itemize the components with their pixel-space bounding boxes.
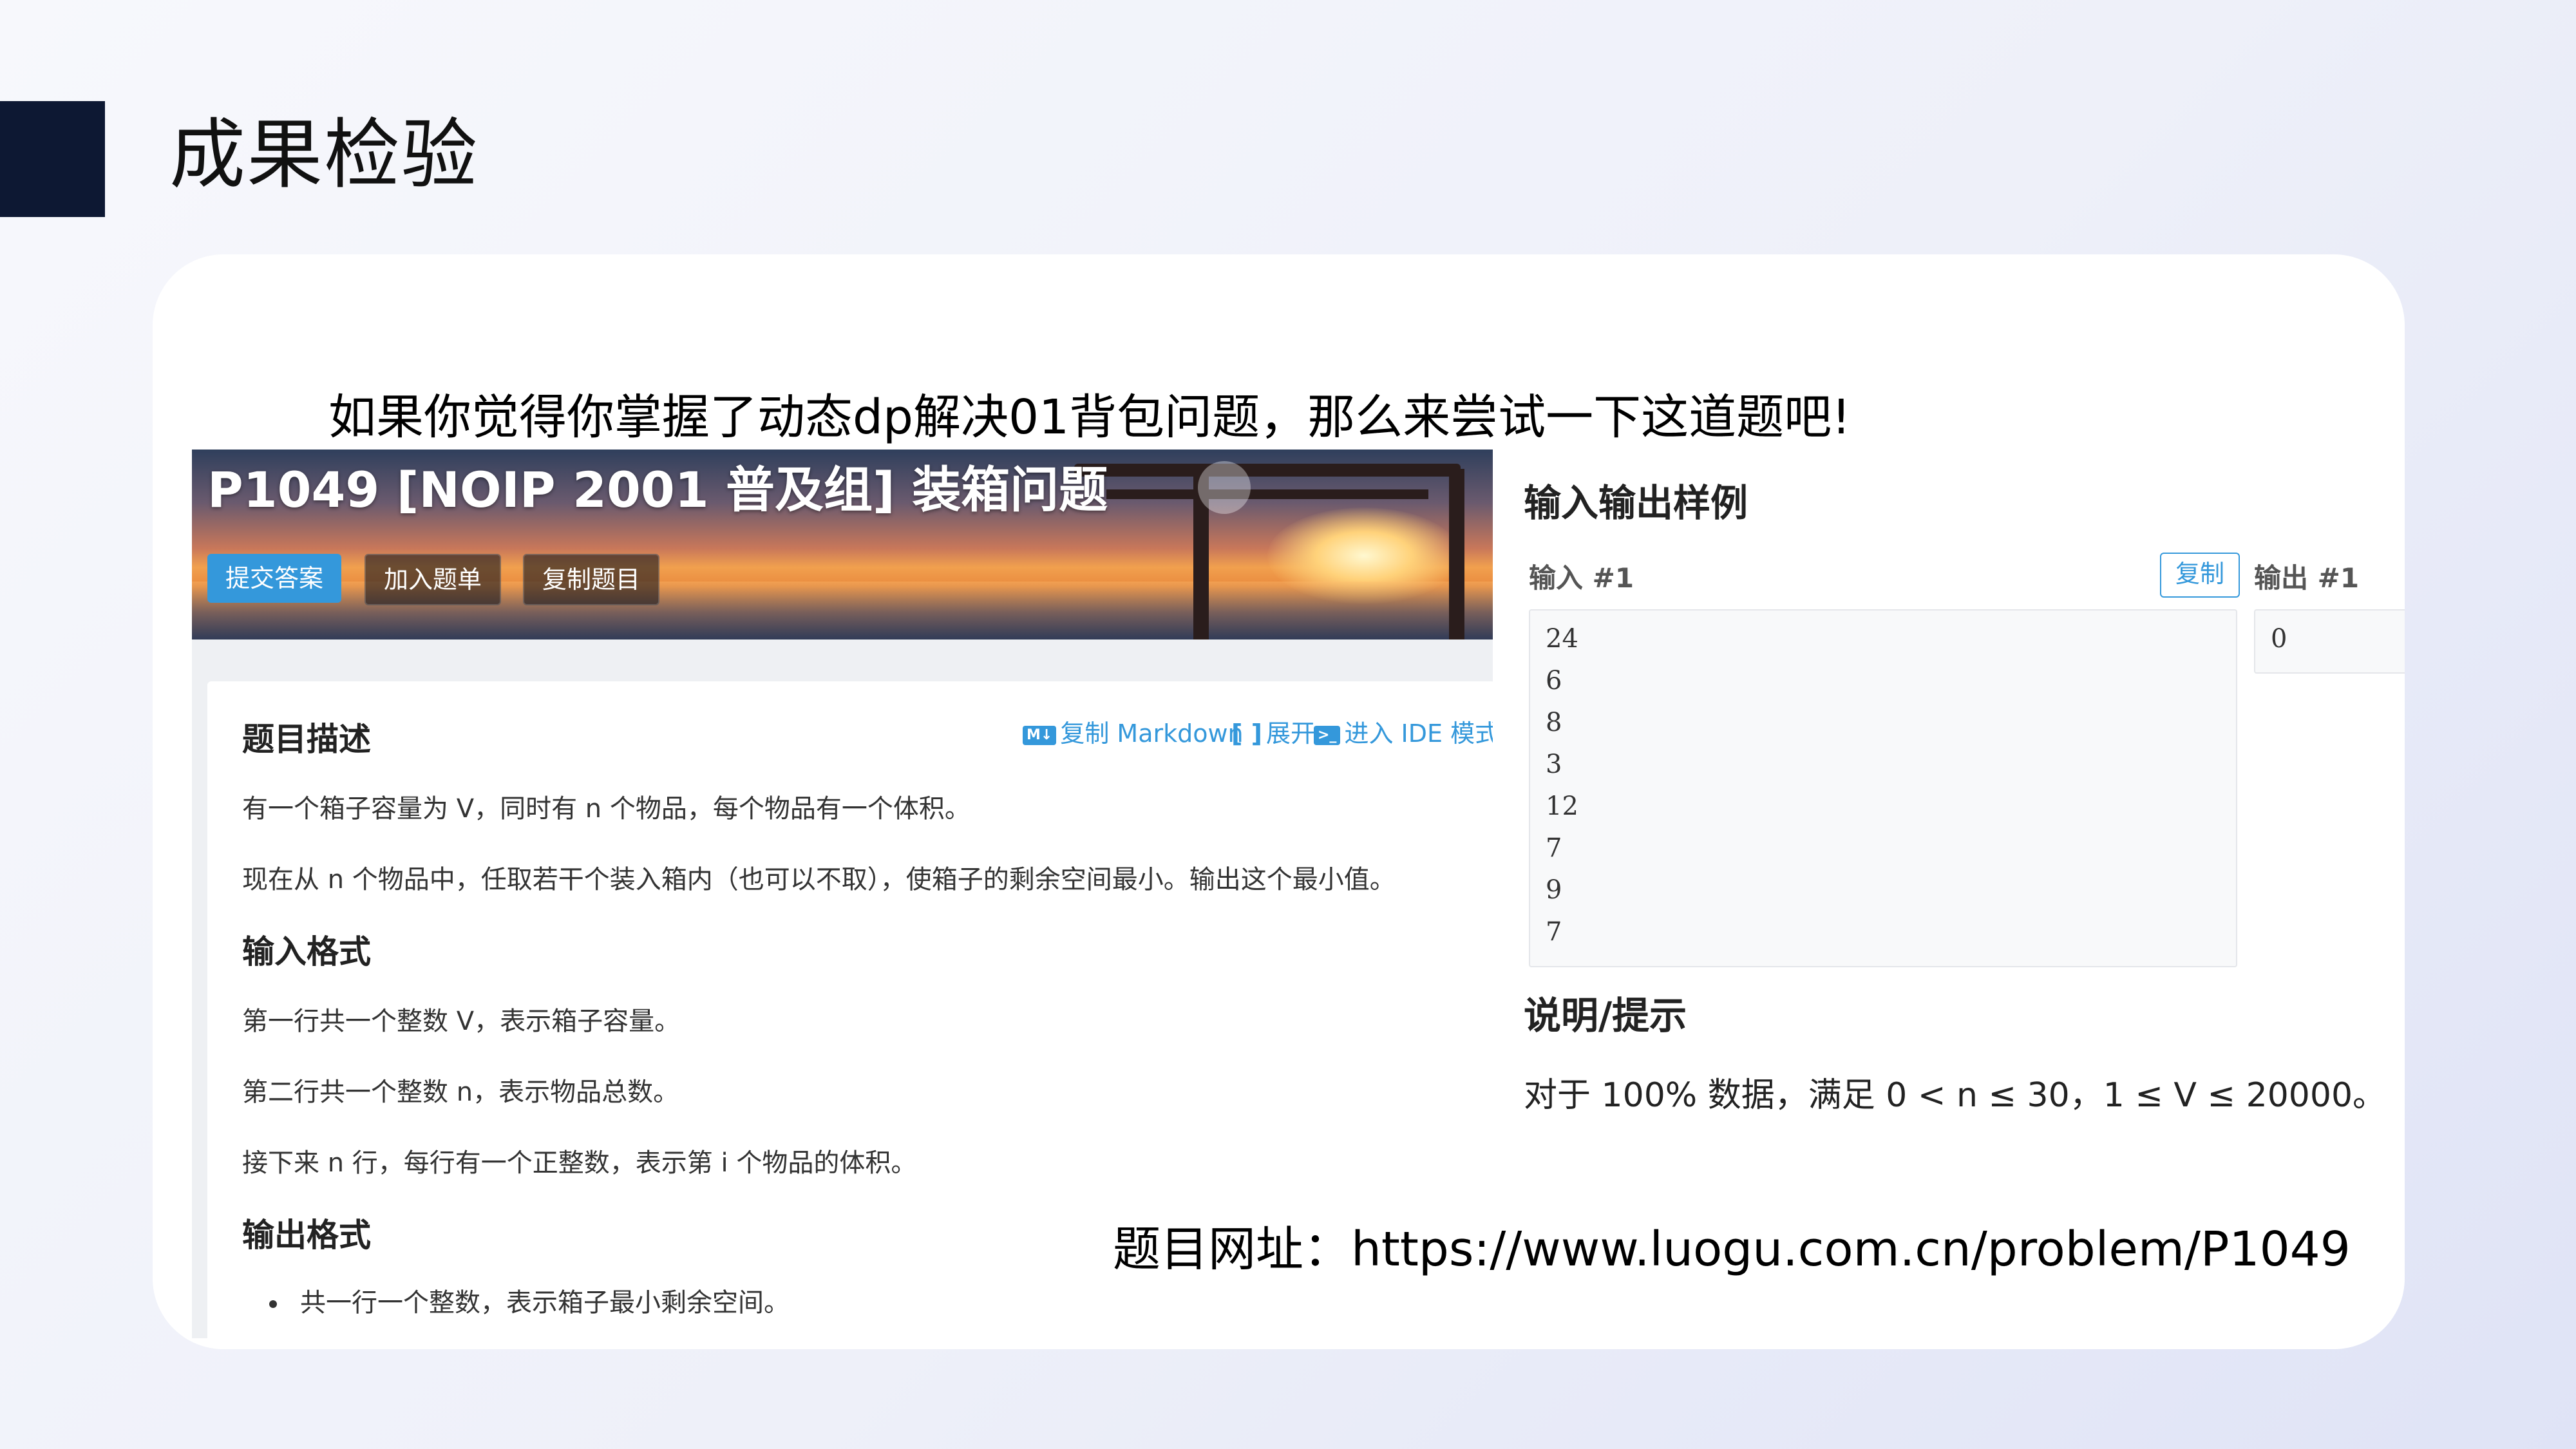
problem-banner: P1049 [NOIP 2001 普及组] 装箱问题 提交答案 加入题单 复制题…	[192, 450, 1495, 639]
title-accent-block	[0, 101, 105, 217]
copy-markdown-label: 复制 Markdown	[1060, 719, 1244, 748]
input-sample-line: 12	[1546, 791, 1578, 821]
input-sample-line: 3	[1546, 750, 1562, 779]
add-to-list-button[interactable]: 加入题单	[365, 554, 502, 605]
description-heading: 题目描述	[242, 721, 371, 758]
output-format-heading: 输出格式	[242, 1217, 371, 1254]
bullet-icon	[269, 1300, 277, 1308]
input-sample-box[interactable]: 24 6 8 3 12 7 9 7	[1529, 609, 2237, 967]
copy-problem-button[interactable]: 复制题目	[523, 554, 660, 605]
input-format-line: 第二行共一个整数 n，表示物品总数。	[242, 1077, 679, 1107]
input-sample-label: 输入 #1	[1529, 562, 1634, 594]
input-format-line: 第一行共一个整数 V，表示箱子容量。	[242, 1007, 681, 1036]
input-sample-line: 24	[1546, 624, 1578, 654]
ide-mode-link[interactable]: >_ 进入 IDE 模式	[1314, 714, 1495, 749]
samples-heading: 输入输出样例	[1524, 481, 1748, 525]
output-format-text: 共一行一个整数，表示箱子最小剩余空间。	[300, 1288, 790, 1318]
input-format-heading: 输入格式	[242, 933, 371, 971]
torii-top-beam	[1074, 464, 1461, 477]
terminal-icon: >_	[1314, 725, 1341, 745]
expand-icon: [ ]	[1231, 719, 1262, 748]
problem-title: P1049 [NOIP 2001 普及组] 装箱问题	[207, 461, 1108, 518]
input-sample-line: 9	[1546, 875, 1562, 905]
output-format-bullet: 共一行一个整数，表示箱子最小剩余空间。	[269, 1282, 790, 1319]
input-format-line: 接下来 n 行，每行有一个正整数，表示第 i 个物品的体积。	[242, 1148, 917, 1178]
description-line: 现在从 n 个物品中，任取若干个装入箱内（也可以不取），使箱子的剩余空间最小。输…	[242, 865, 1396, 895]
input-sample-line: 8	[1546, 708, 1562, 737]
problem-url[interactable]: 题目网址：https://www.luogu.com.cn/problem/P1…	[1113, 1217, 2351, 1282]
description-line: 有一个箱子容量为 V，同时有 n 个物品，每个物品有一个体积。	[242, 794, 971, 824]
torii-right-post	[1449, 469, 1464, 639]
input-sample-line: 7	[1546, 917, 1562, 947]
input-sample-line: 7	[1546, 833, 1562, 863]
title-decoration-circle	[1198, 461, 1251, 514]
samples-screenshot: 输入输出样例 输入 #1 复制 输出 #1 24 6 8 3 12 7 9 7 …	[1493, 450, 2405, 1140]
slide-title: 成果检验	[169, 110, 479, 199]
hint-text: 对于 100% 数据，满足 0 < n ≤ 30，1 ≤ V ≤ 20000。	[1524, 1076, 2387, 1115]
copy-markdown-link[interactable]: M↓ 复制 Markdown	[1023, 714, 1244, 749]
torii-lower-beam	[1106, 489, 1428, 499]
output-sample-label: 输出 #1	[2254, 562, 2360, 594]
output-sample-box[interactable]: 0	[2254, 609, 2405, 674]
hint-heading: 说明/提示	[1524, 994, 1687, 1037]
submit-answer-button[interactable]: 提交答案	[207, 554, 342, 603]
expand-link[interactable]: [ ] 展开	[1231, 714, 1315, 749]
problem-page-screenshot: P1049 [NOIP 2001 普及组] 装箱问题 提交答案 加入题单 复制题…	[192, 450, 1495, 1338]
markdown-icon: M↓	[1023, 725, 1057, 745]
intro-text: 如果你觉得你掌握了动态dp解决01背包问题，那么来尝试一下这道题吧!	[328, 390, 1851, 445]
expand-label: 展开	[1265, 719, 1315, 748]
output-sample-line: 0	[2271, 624, 2287, 654]
copy-sample-button[interactable]: 复制	[2160, 553, 2240, 598]
ide-mode-label: 进入 IDE 模式	[1344, 719, 1495, 748]
input-sample-line: 6	[1546, 666, 1562, 696]
